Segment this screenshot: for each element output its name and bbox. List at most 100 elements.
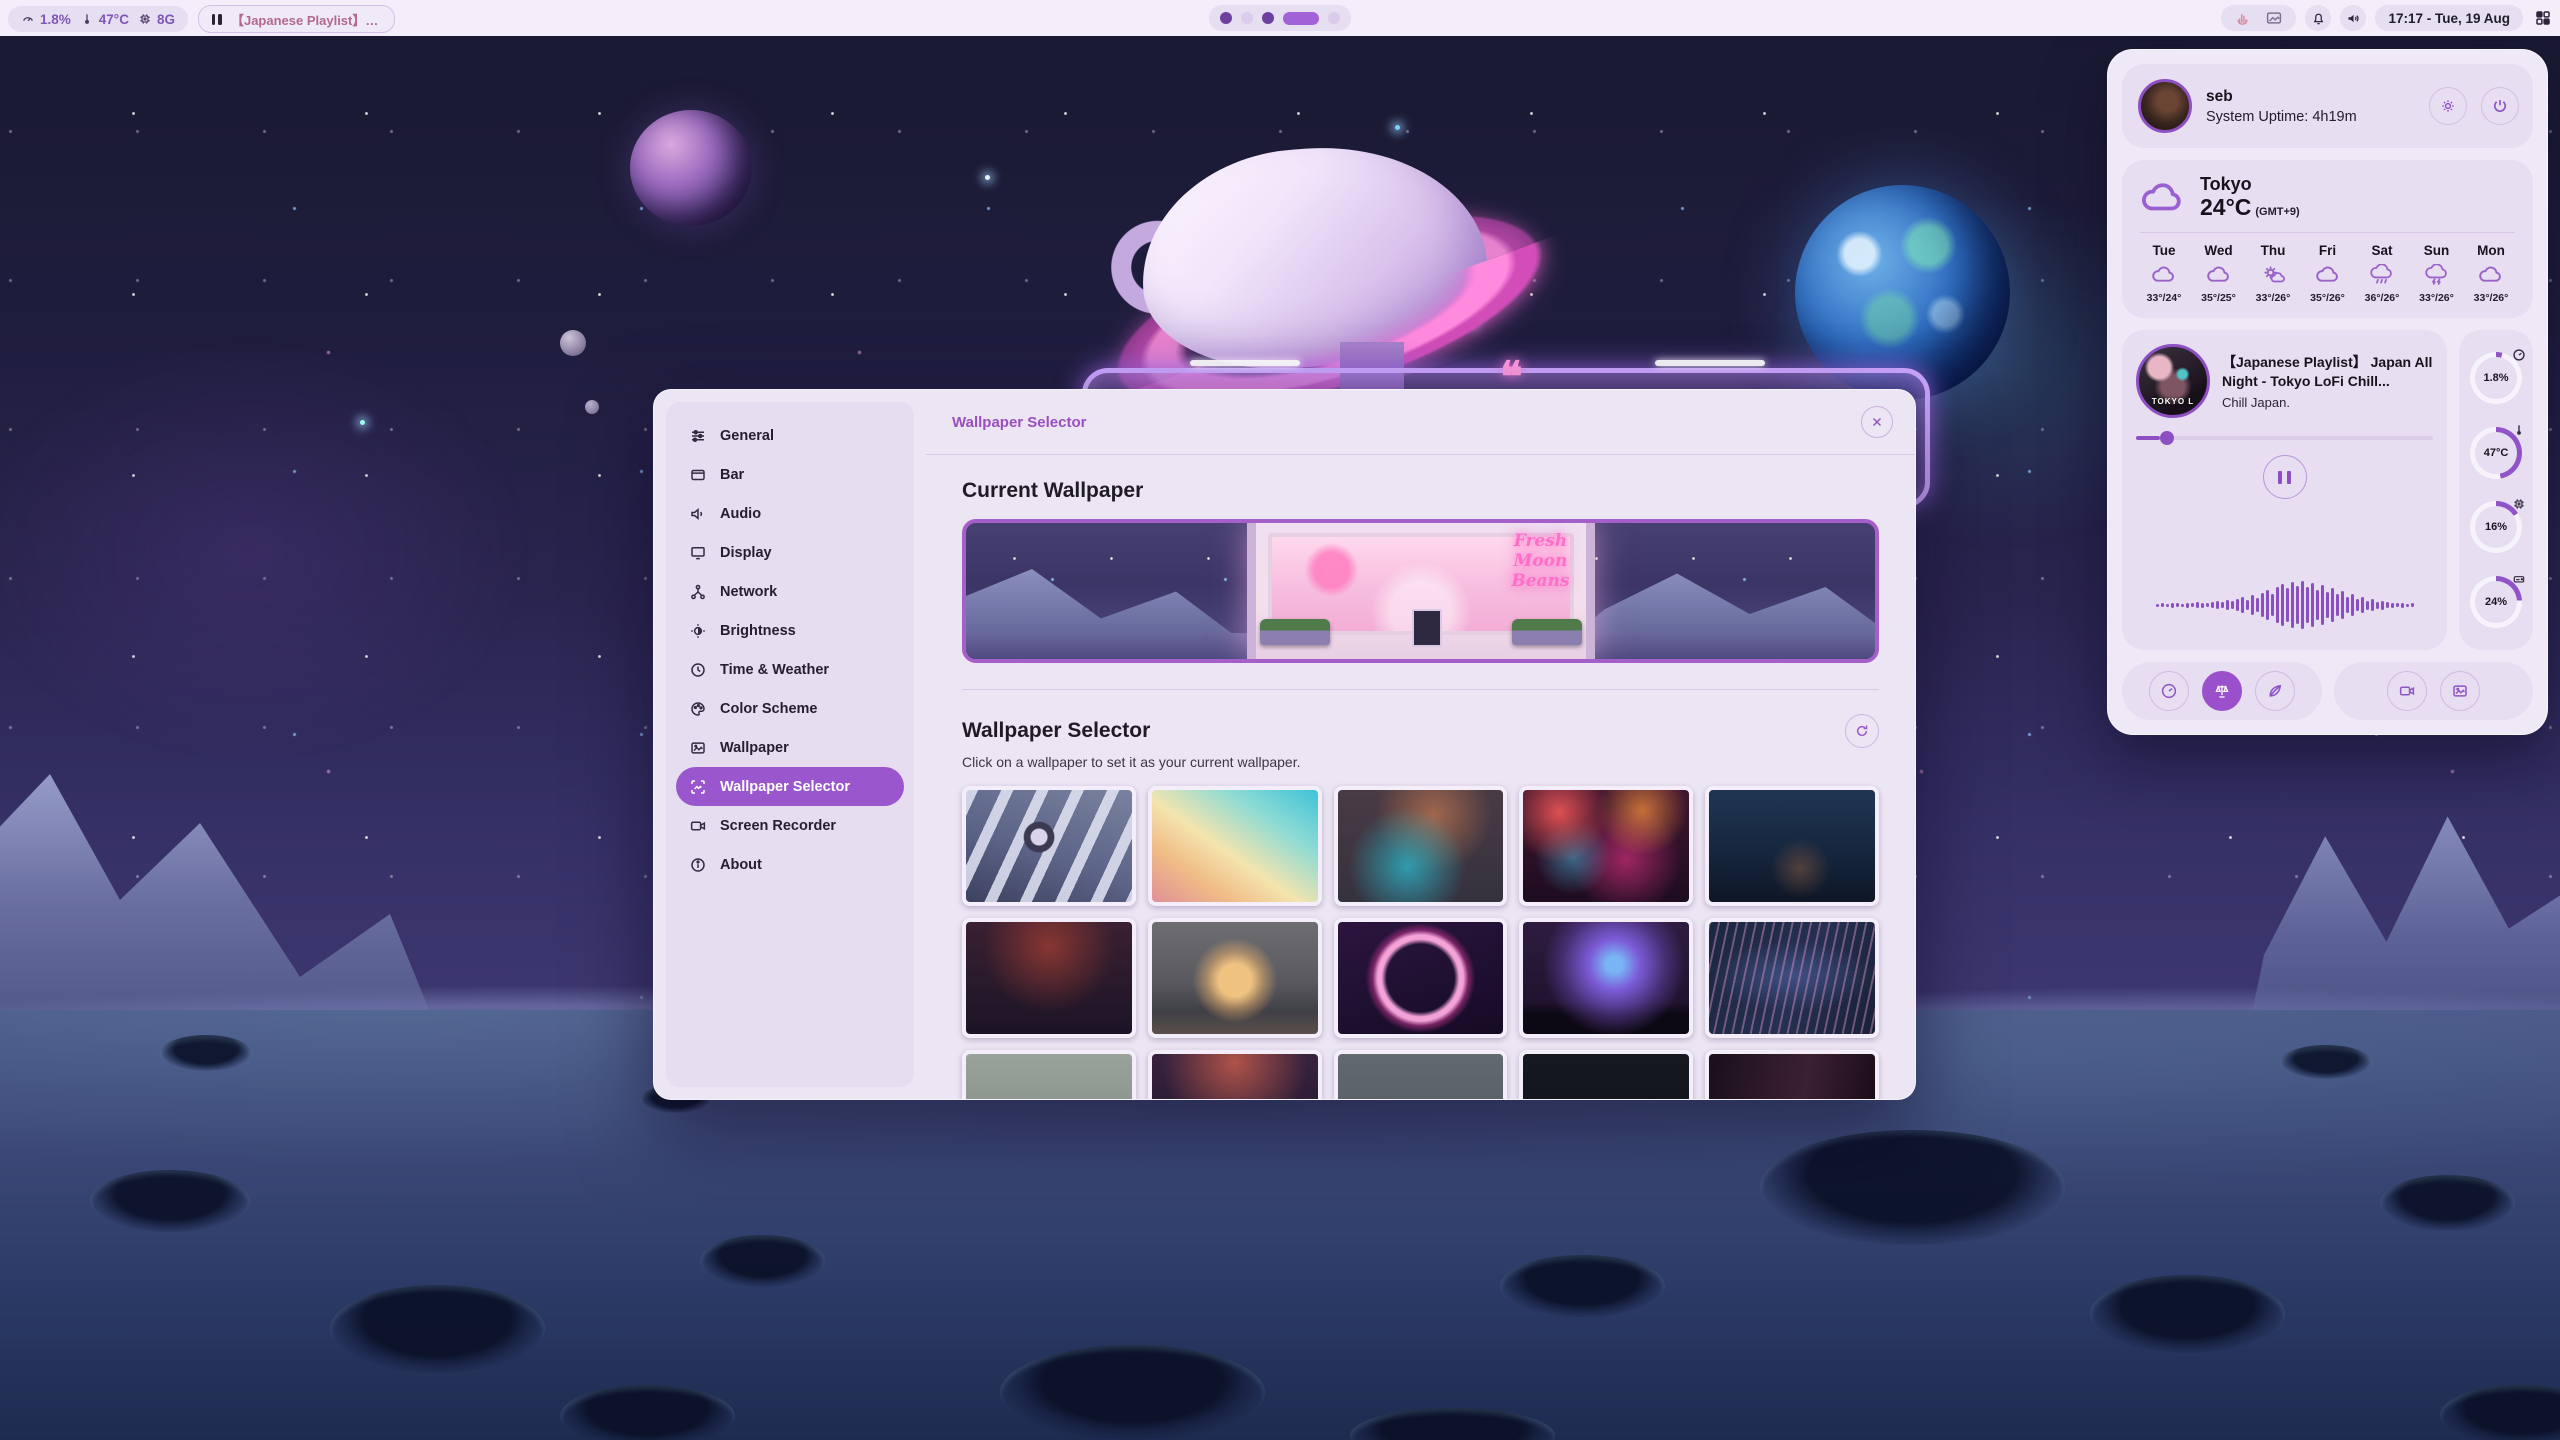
video-camera-icon [2398, 682, 2416, 700]
sidebar-item-general[interactable]: General [676, 416, 904, 455]
wallpaper-thumb-neon-arcade[interactable] [1519, 786, 1693, 906]
forecast-day: Wed 35°/25° [2195, 243, 2243, 304]
disk-gauge: 24% [2470, 576, 2522, 628]
weather-temperature: 24°C [2200, 194, 2251, 220]
notifications-button[interactable] [2305, 5, 2331, 31]
slider-knob[interactable] [2160, 431, 2174, 445]
selector-description: Click on a wallpaper to set it as your c… [962, 754, 1879, 770]
workspace-dot-occupied[interactable] [1262, 12, 1274, 24]
window-header: Wallpaper Selector [926, 390, 1915, 454]
workspace-dot-occupied[interactable] [1220, 12, 1232, 24]
brightness-icon [689, 622, 707, 640]
info-icon [689, 856, 707, 874]
crater [2280, 1045, 2372, 1079]
monitor-icon [689, 544, 707, 562]
power-saver-profile-button[interactable] [2255, 671, 2295, 711]
settings-sidebar: General Bar Audio Display Network Bright… [666, 402, 914, 1087]
wallpaper-button[interactable] [2440, 671, 2480, 711]
wallpaper-thumb-digital-mesh-waves[interactable] [1705, 918, 1879, 1038]
pause-icon [2278, 471, 2282, 484]
wallpaper-thumb-anime-street-crosswalk[interactable] [962, 786, 1136, 906]
sidebar-item-time-weather[interactable]: Time & Weather [676, 650, 904, 689]
media-player-pill[interactable]: 【Japanese Playlist】 J... [198, 5, 395, 33]
forecast-day: Mon 33°/26° [2467, 243, 2515, 304]
weather-divider [2140, 232, 2515, 233]
workspace-dot-active[interactable] [1283, 12, 1319, 25]
wallpaper-thumb-crimson-forest-silhouette[interactable] [962, 918, 1136, 1038]
sliders-icon [689, 427, 707, 445]
wallpaper-thumb-purple-light-ring[interactable] [1334, 918, 1508, 1038]
wallpaper-thumb-autumn-purple-forest[interactable] [1148, 1050, 1322, 1099]
forecast-day: Sun 33°/26° [2413, 243, 2461, 304]
sidebar-item-brightness[interactable]: Brightness [676, 611, 904, 650]
top-bar: 1.8% 47°C 8G 【Japanese Playlist】 J... [0, 0, 2560, 36]
forecast-day: Sat 36°/26° [2358, 243, 2406, 304]
wallpaper-thumb-violet-nebula-forest[interactable] [1519, 918, 1693, 1038]
settings-content: Wallpaper Selector Current Wallpaper Fre… [926, 390, 1915, 1099]
sidebar-item-audio[interactable]: Audio [676, 494, 904, 533]
crater [90, 1170, 250, 1232]
sidebar-item-color-scheme[interactable]: Color Scheme [676, 689, 904, 728]
memory-stat: 8G [138, 12, 175, 27]
dashboard-panel: seb System Uptime: 4h19m Tokyo 24°C (GMT… [2107, 49, 2548, 735]
settings-button[interactable] [2429, 87, 2467, 125]
image-icon[interactable] [2265, 9, 2283, 27]
sidebar-item-network[interactable]: Network [676, 572, 904, 611]
leaf-icon [2266, 682, 2284, 700]
refresh-icon [1854, 723, 1870, 739]
power-button[interactable] [2481, 87, 2519, 125]
album-art: TOKYO L [2136, 344, 2210, 418]
play-pause-button[interactable] [2263, 455, 2307, 499]
crater [700, 1235, 825, 1287]
hand-icon[interactable] [2234, 10, 2251, 27]
sidebar-item-label: Color Scheme [720, 701, 818, 717]
volume-button[interactable] [2340, 5, 2366, 31]
window-body: Current Wallpaper Fresh Moon Beans [926, 455, 1915, 1099]
crater [1000, 1345, 1265, 1440]
scales-icon [2213, 682, 2231, 700]
cloud-icon [2140, 177, 2186, 217]
crater [1500, 1255, 1665, 1317]
palette-icon [689, 700, 707, 718]
wallpaper-thumb-pastel-sunrise-gradient[interactable] [1148, 786, 1322, 906]
sidebar-item-display[interactable]: Display [676, 533, 904, 572]
wallpaper-thumb-teal-orange-blur[interactable] [1334, 786, 1508, 906]
screen-record-button[interactable] [2387, 671, 2427, 711]
close-button[interactable] [1861, 406, 1893, 438]
system-tray-pill [2221, 5, 2296, 31]
track-artist: Chill Japan. [2222, 395, 2433, 410]
crater [330, 1285, 545, 1373]
cloud-icon [2151, 264, 2177, 286]
workspace-dot-free[interactable] [1241, 12, 1253, 24]
cpu-gauge: 1.8% [2470, 352, 2522, 404]
wallpaper-thumb-maroon-gradient-dark[interactable] [1705, 1050, 1879, 1099]
refresh-button[interactable] [1845, 714, 1879, 748]
workspace-indicator[interactable] [1209, 5, 1351, 31]
wallpaper-thumb-snowy-night-village[interactable] [1705, 786, 1879, 906]
sidebar-item-screen-recorder[interactable]: Screen Recorder [676, 806, 904, 845]
clock-button[interactable]: 17:17 - Tue, 19 Aug [2375, 5, 2523, 31]
forecast-day: Tue 33°/24° [2140, 243, 2188, 304]
small-moon [560, 330, 586, 356]
sidebar-item-wallpaper[interactable]: Wallpaper [676, 728, 904, 767]
sidebar-item-bar[interactable]: Bar [676, 455, 904, 494]
purple-planet [630, 110, 752, 226]
pause-icon [212, 14, 222, 25]
cloud-icon [2315, 264, 2341, 286]
music-player-card: TOKYO L 【Japanese Playlist】 Japan All Ni… [2122, 330, 2447, 650]
sidebar-item-about[interactable]: About [676, 845, 904, 884]
sidebar-item-wallpaper-selector[interactable]: Wallpaper Selector [676, 767, 904, 806]
balanced-profile-button[interactable] [2202, 671, 2242, 711]
temperature-gauge: 47°C [2470, 427, 2522, 479]
wallpaper-thumb-sage-grey-field[interactable] [962, 1050, 1136, 1099]
sidebar-item-label: General [720, 428, 774, 444]
wallpaper-thumb-lofi-coffee-storefront[interactable] [1148, 918, 1322, 1038]
clock-icon [689, 661, 707, 679]
workspace-dot-free[interactable] [1328, 12, 1340, 24]
apps-grid-icon[interactable] [2534, 9, 2552, 27]
music-progress-slider[interactable] [2136, 431, 2433, 445]
wallpaper-thumb-slate-grey-minimal[interactable] [1334, 1050, 1508, 1099]
wallpaper-thumb-dark-navy-abstract[interactable] [1519, 1050, 1693, 1099]
neon-sign-text: Fresh Moon Beans [1511, 531, 1569, 591]
performance-profile-button[interactable] [2149, 671, 2189, 711]
